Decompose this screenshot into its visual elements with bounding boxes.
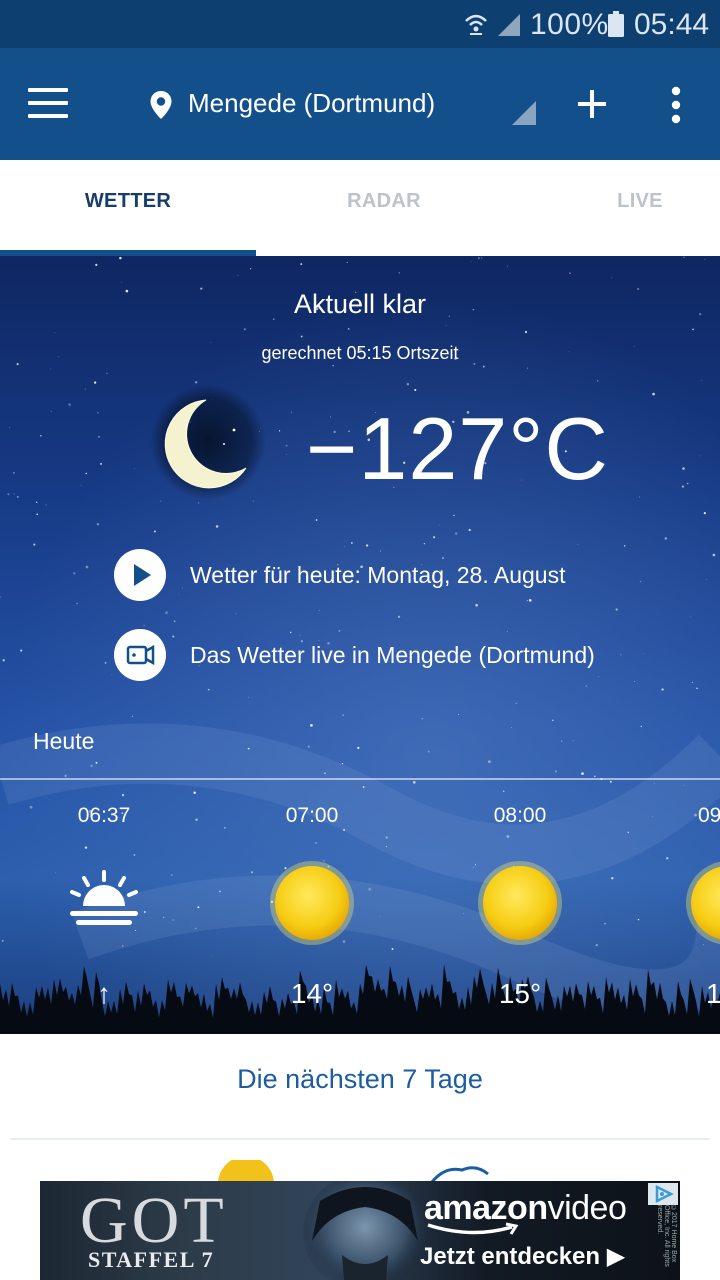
hamburger-menu-icon[interactable] [28,88,68,118]
moon-icon [150,384,266,500]
today-label: Heute [33,728,95,754]
wifi-calling-icon [465,14,487,35]
today-forecast-link[interactable]: Wetter für heute: Montag, 28. August [190,562,565,589]
sun-icon [270,861,354,945]
hour-temperature: 1 [706,978,720,1009]
today-divider [0,778,720,780]
tab-radar[interactable]: RADAR [256,160,512,256]
hour-time: 06:37 [77,804,131,827]
clock: 05:44 [634,8,710,41]
status-bar: 100% 05:44 [0,0,720,48]
ad-subtitle: STAFFEL 7 [88,1247,215,1272]
sunrise-icon [70,870,138,925]
ad-cta-button[interactable]: Jetzt entdecken ▶ [420,1242,625,1271]
sun-icon [686,861,720,945]
battery-icon [608,11,624,37]
current-condition: Aktuell klar [293,289,427,319]
amazon-smile-logo [427,1222,519,1235]
hour-time: 09 [698,804,720,827]
ad-banner[interactable]: GOT STAFFEL 7 amazonvideo Jetzt entdecke… [40,1181,680,1280]
current-weather-panel: Aktuell klar gerechnet 05:15 Ortszeit −1… [0,256,720,1034]
video-camera-icon [126,644,155,666]
ad-character-image [303,1181,427,1280]
more-vertical-icon[interactable] [668,86,684,124]
plus-icon[interactable] [576,88,608,120]
hour-time: 07:00 [285,804,339,827]
hour-temperature: 14° [290,978,334,1009]
tab-bar: WETTER RADAR LIVE [0,160,720,256]
hour-temperature: 15° [498,978,542,1009]
play-button[interactable] [114,549,166,601]
next-7-days-link[interactable]: Die nächsten 7 Tage [0,1064,720,1095]
ad-copyright: ©2017 Home Box Office, Inc. All rights r… [656,1205,677,1267]
sun-icon [478,861,562,945]
dropdown-corner-icon[interactable] [512,101,536,125]
map-pin-icon [150,91,172,119]
hour-time: 08:00 [493,804,547,827]
adchoices-icon[interactable] [648,1183,678,1205]
tab-live[interactable]: LIVE [560,160,720,256]
signal-icon [498,14,520,36]
section-divider [10,1138,710,1140]
battery-percent: 100% [530,8,609,41]
play-icon [134,564,151,586]
app-bar: Mengede (Dortmund) [0,48,720,160]
live-weather-link[interactable]: Das Wetter live in Mengede (Dortmund) [190,642,595,669]
location-selector[interactable]: Mengede (Dortmund) [188,88,435,119]
calculated-time: gerechnet 05:15 Ortszeit [261,343,459,363]
tab-wetter[interactable]: WETTER [0,160,256,256]
current-temperature: −127°C [306,399,609,498]
live-video-button[interactable] [114,629,166,681]
sunrise-arrow: ↑ [97,978,111,1009]
